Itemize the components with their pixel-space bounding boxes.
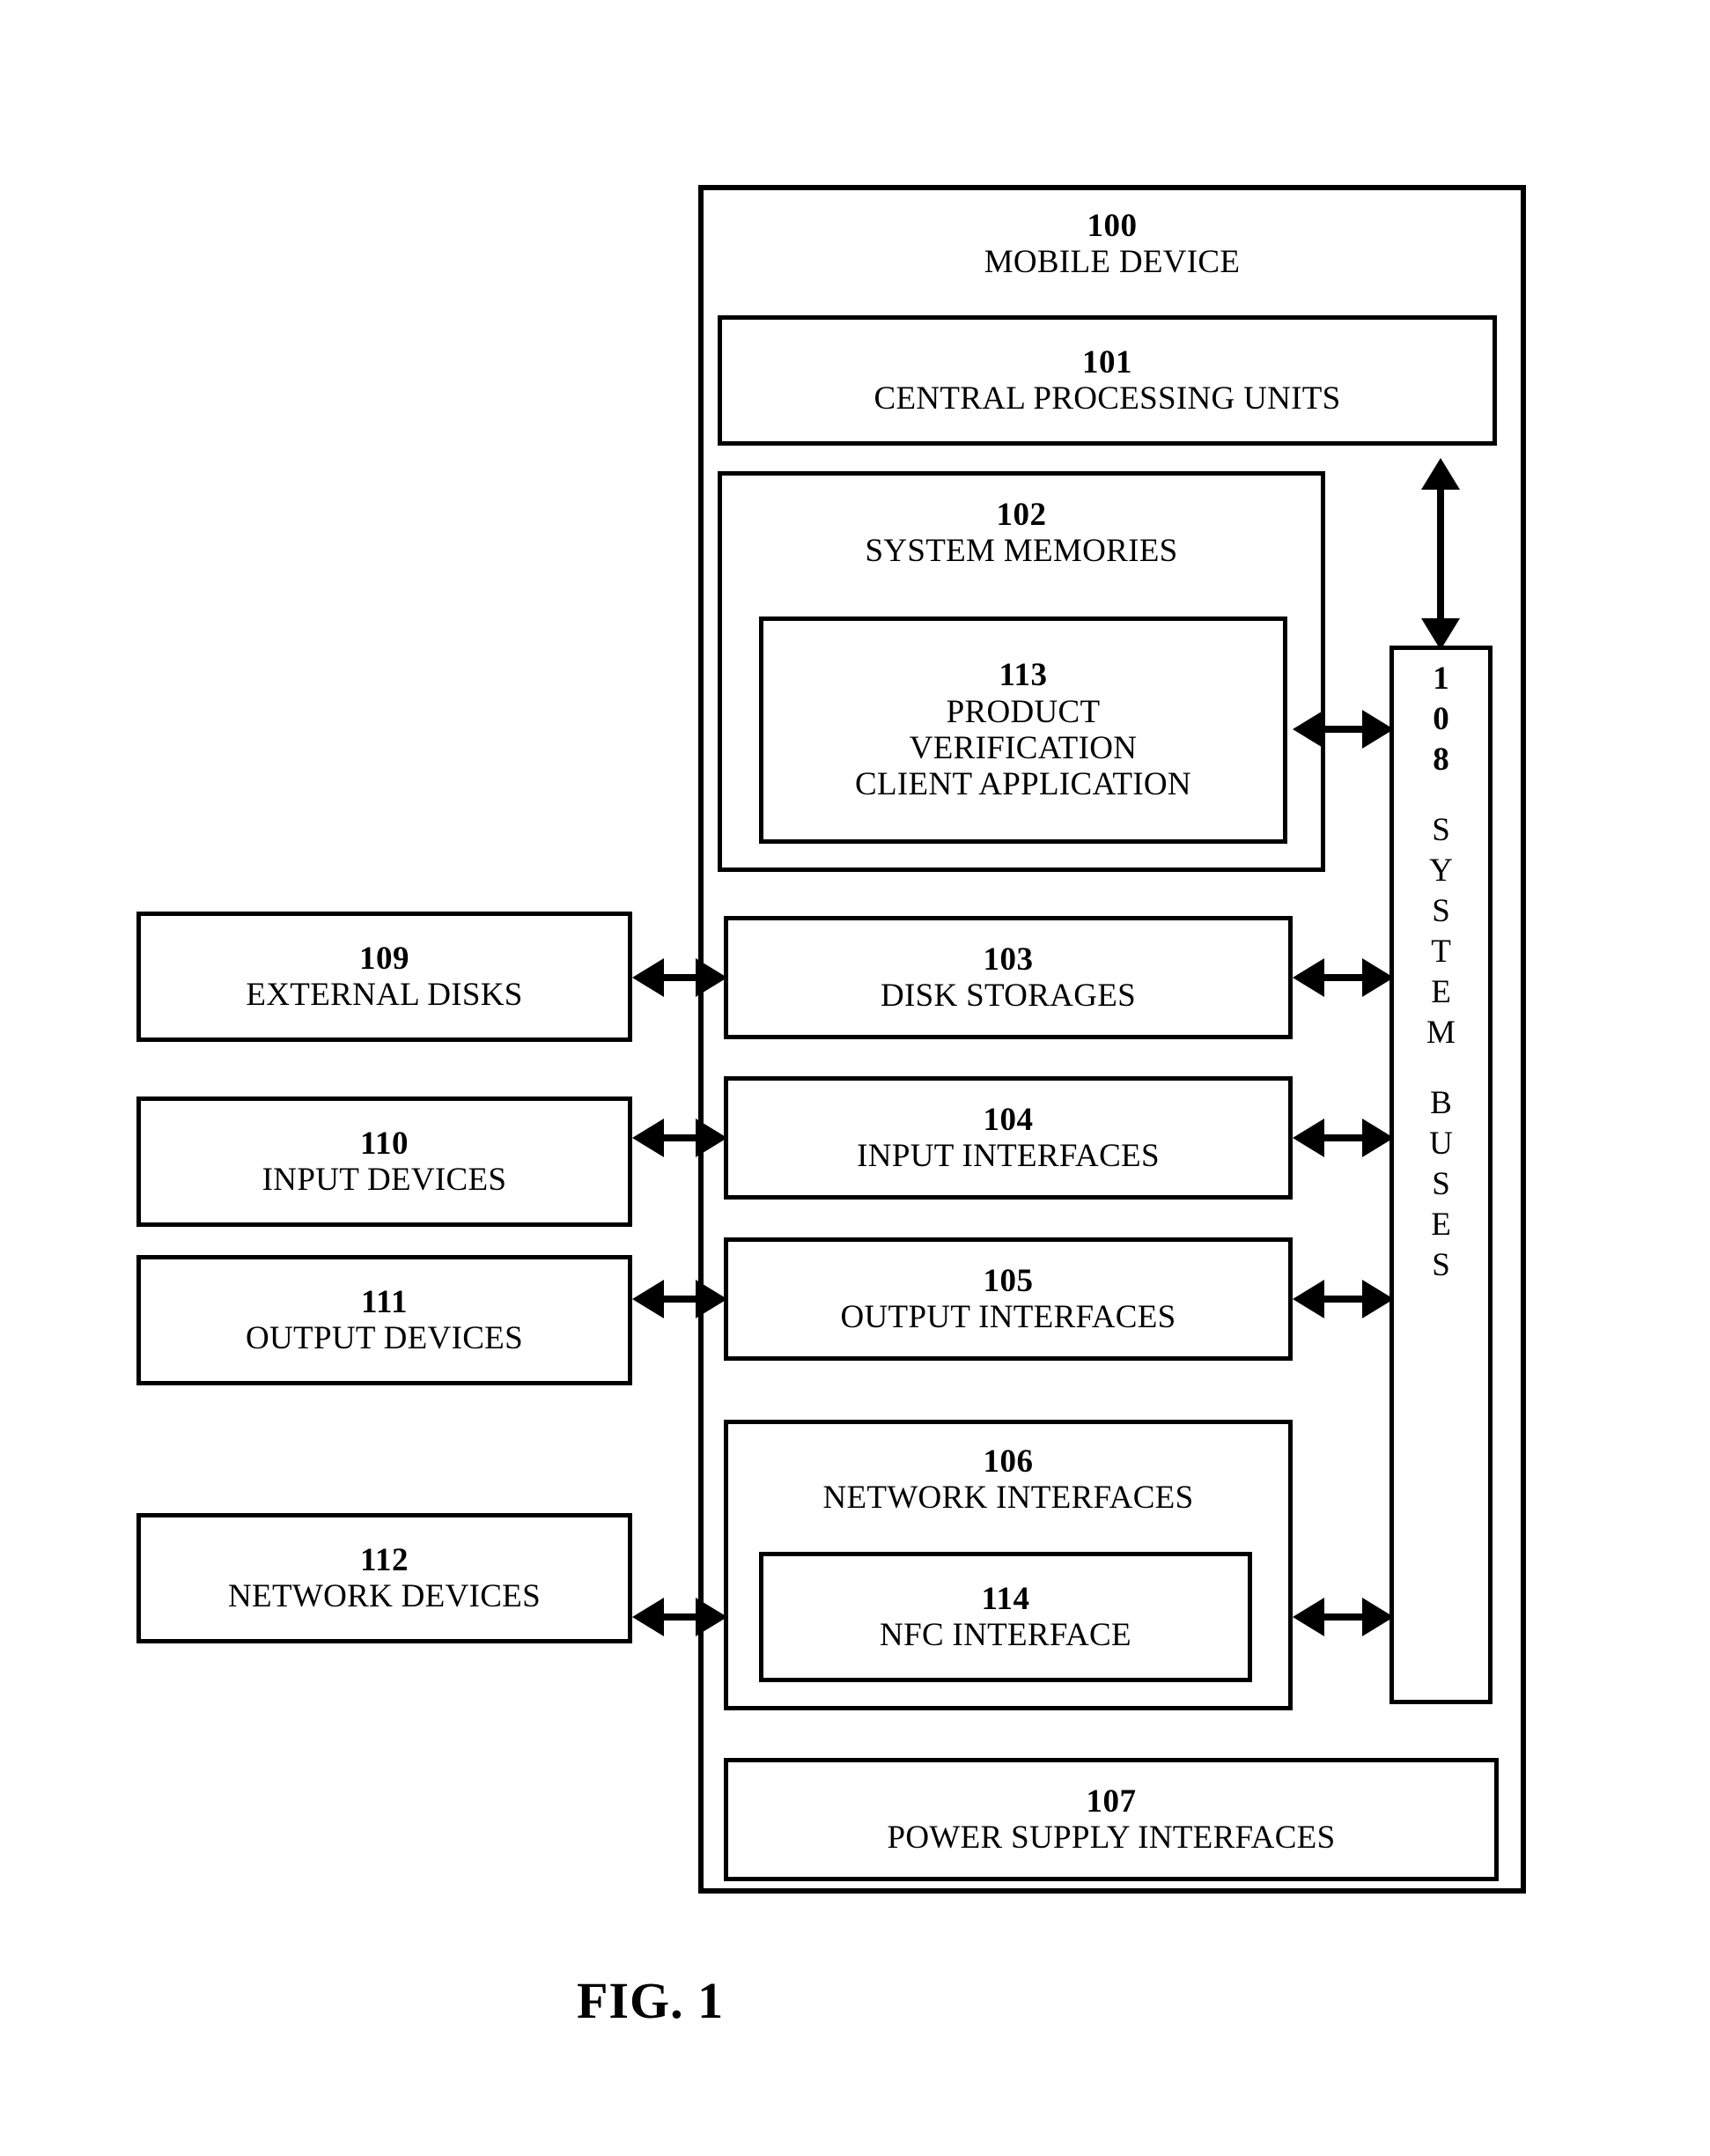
client-app-label-line1: PRODUCT <box>946 693 1101 730</box>
block-product-verification-client-application: 113 PRODUCT VERIFICATION CLIENT APPLICAT… <box>759 617 1287 844</box>
disk-storages-ref: 103 <box>983 941 1034 978</box>
arrowhead-right-icon <box>696 1119 727 1157</box>
arrow-input-devices-to-input-interfaces <box>632 1119 727 1157</box>
block-input-devices: 110 INPUT DEVICES <box>136 1096 632 1227</box>
arrow-external-disks-to-disk-storages <box>632 958 727 997</box>
patent-figure: 100 MOBILE DEVICE 101 CENTRAL PROCESSING… <box>0 0 1710 2156</box>
arrow-disk-storages-to-system-buses <box>1293 958 1394 997</box>
block-output-interfaces: 105 OUTPUT INTERFACES <box>724 1237 1293 1361</box>
system-buses-label-char-10: S <box>1432 1247 1450 1283</box>
arrow-output-interfaces-to-system-buses <box>1293 1280 1394 1318</box>
arrowhead-right-icon <box>696 1598 727 1636</box>
arrow-shaft <box>1437 477 1444 631</box>
arrow-system-memories-to-system-buses <box>1293 710 1394 749</box>
nfc-interface-label: NFC INTERFACE <box>880 1617 1131 1653</box>
block-input-interfaces: 104 INPUT INTERFACES <box>724 1076 1293 1200</box>
system-buses-label-char-7: U <box>1429 1126 1453 1162</box>
output-interfaces-label: OUTPUT INTERFACES <box>840 1299 1176 1335</box>
system-buses-label-char-8: S <box>1432 1166 1450 1202</box>
arrowhead-right-icon <box>1362 1598 1394 1636</box>
mobile-device-ref: 100 <box>1087 208 1138 244</box>
power-interfaces-label: POWER SUPPLY INTERFACES <box>887 1820 1336 1856</box>
memories-ref: 102 <box>996 497 1047 533</box>
block-power-supply-interfaces: 107 POWER SUPPLY INTERFACES <box>724 1758 1499 1881</box>
figure-caption: FIG. 1 <box>577 1972 725 2029</box>
system-buses-ref-char-0: 1 <box>1433 661 1449 697</box>
block-output-devices: 111 OUTPUT DEVICES <box>136 1255 632 1385</box>
system-buses-label-char-1: Y <box>1429 853 1453 889</box>
cpu-ref: 101 <box>1082 343 1132 380</box>
input-devices-label: INPUT DEVICES <box>262 1162 507 1198</box>
input-interfaces-label: INPUT INTERFACES <box>857 1138 1160 1174</box>
network-devices-label: NETWORK DEVICES <box>228 1578 541 1614</box>
mobile-device-label: MOBILE DEVICE <box>984 244 1241 281</box>
system-buses-label-char-6: B <box>1430 1085 1452 1121</box>
arrowhead-right-icon <box>1362 710 1394 749</box>
arrowhead-right-icon <box>696 958 727 997</box>
client-app-ref: 113 <box>999 657 1048 694</box>
external-disks-label: EXTERNAL DISKS <box>246 977 523 1013</box>
network-devices-ref: 112 <box>360 1541 409 1578</box>
arrow-output-devices-to-output-interfaces <box>632 1280 727 1318</box>
input-devices-ref: 110 <box>360 1125 409 1162</box>
arrowhead-down-icon <box>1421 618 1460 650</box>
output-devices-label: OUTPUT DEVICES <box>246 1320 523 1356</box>
system-buses-ref-char-1: 0 <box>1433 701 1449 737</box>
system-buses-label-char-5: M <box>1426 1015 1456 1051</box>
network-interfaces-label: NETWORK INTERFACES <box>822 1480 1194 1517</box>
external-disks-ref: 109 <box>359 940 409 977</box>
network-interfaces-ref: 106 <box>983 1443 1034 1480</box>
arrowhead-right-icon <box>1362 958 1394 997</box>
block-central-processing-units: 101 CENTRAL PROCESSING UNITS <box>718 315 1497 446</box>
arrow-input-interfaces-to-system-buses <box>1293 1119 1394 1157</box>
cpu-label: CENTRAL PROCESSING UNITS <box>873 380 1341 417</box>
output-interfaces-ref: 105 <box>983 1262 1034 1299</box>
block-network-devices: 112 NETWORK DEVICES <box>136 1513 632 1643</box>
system-buses-label-stack-2: B U S E S <box>1429 1087 1453 1289</box>
arrow-network-devices-to-network-interfaces <box>632 1598 727 1636</box>
block-system-buses: 1 0 8 S Y S T E M B U S E S <box>1389 646 1493 1704</box>
system-buses-label-char-2: S <box>1432 893 1450 929</box>
arrowhead-right-icon <box>696 1280 727 1318</box>
client-app-label-line2: VERIFICATION <box>909 730 1138 766</box>
output-devices-ref: 111 <box>361 1283 408 1320</box>
client-app-label-line3: CLIENT APPLICATION <box>855 766 1191 803</box>
memories-label: SYSTEM MEMORIES <box>865 533 1178 570</box>
nfc-interface-ref: 114 <box>981 1580 1030 1617</box>
system-buses-label-char-9: E <box>1431 1207 1451 1243</box>
disk-storages-label: DISK STORAGES <box>880 978 1137 1014</box>
system-buses-label-char-4: E <box>1431 974 1451 1010</box>
block-disk-storages: 103 DISK STORAGES <box>724 916 1293 1039</box>
arrow-cpu-to-system-buses <box>1421 458 1460 650</box>
power-interfaces-ref: 107 <box>1086 1783 1137 1820</box>
system-buses-ref-stack: 1 0 8 <box>1433 662 1449 784</box>
system-buses-ref-char-2: 8 <box>1433 742 1449 778</box>
arrow-network-interfaces-to-system-buses <box>1293 1598 1394 1636</box>
block-nfc-interface: 114 NFC INTERFACE <box>759 1552 1252 1682</box>
block-external-disks: 109 EXTERNAL DISKS <box>136 912 632 1042</box>
system-buses-label-stack-1: S Y S T E M <box>1426 814 1456 1057</box>
mobile-device-heading: 100 MOBILE DEVICE <box>704 208 1521 281</box>
system-buses-label-char-3: T <box>1431 934 1451 970</box>
arrowhead-right-icon <box>1362 1280 1394 1318</box>
arrowhead-right-icon <box>1362 1119 1394 1157</box>
input-interfaces-ref: 104 <box>983 1101 1034 1138</box>
system-buses-label-char-0: S <box>1432 812 1450 848</box>
